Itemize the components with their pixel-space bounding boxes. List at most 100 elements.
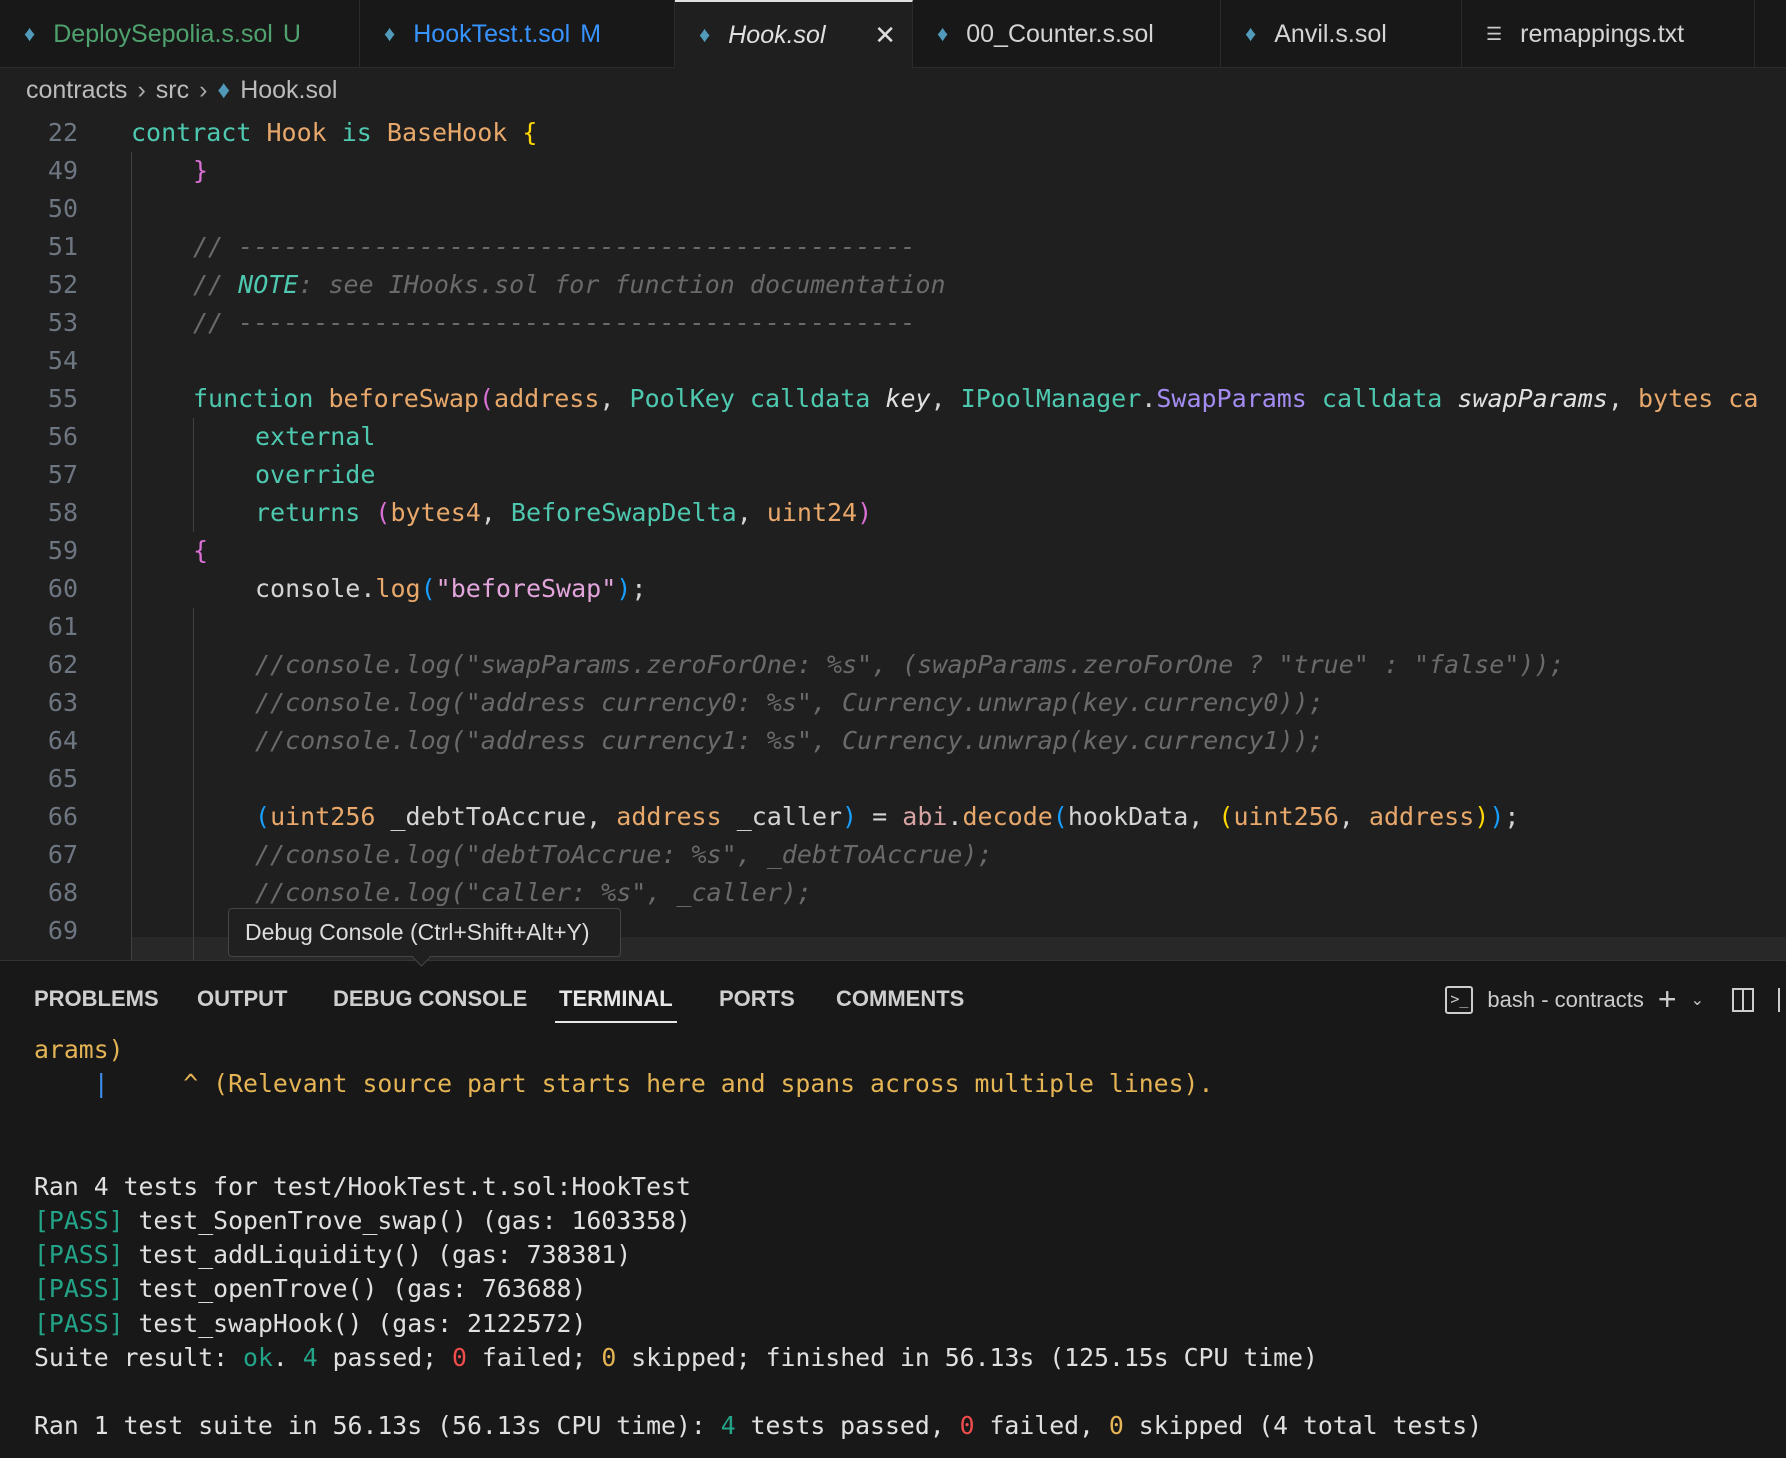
- breadcrumb-file[interactable]: Hook.sol: [240, 76, 337, 105]
- code-line: 59 {: [0, 532, 1786, 570]
- breadcrumb-src[interactable]: src: [156, 76, 189, 105]
- line-content: //console.log("swapParams.zeroForOne: %s…: [255, 646, 1564, 684]
- code-token: // -------------------------------------…: [193, 232, 916, 261]
- tab-label: Hook.sol: [728, 20, 826, 49]
- code-token: Hook: [266, 118, 342, 147]
- code-token: ,: [599, 384, 630, 413]
- terminal-token: 4: [302, 1342, 318, 1372]
- plus-icon[interactable]: +: [1658, 981, 1677, 1018]
- tab-label: DeploySepolia.s.sol: [53, 19, 273, 48]
- terminal-name[interactable]: bash - contracts: [1487, 987, 1644, 1013]
- code-token: ,: [736, 498, 767, 527]
- code-line: 53 // -----------------------------------…: [0, 304, 1786, 342]
- code-line: 62 //console.log("swapParams.zeroForOne: …: [0, 646, 1786, 684]
- code-token: (: [420, 574, 436, 603]
- code-line: 68 //console.log("caller: %s", _caller);: [0, 874, 1786, 912]
- code-token: //: [193, 270, 239, 299]
- code-token: function: [193, 384, 329, 413]
- terminal-line: [PASS] test_SopenTrove_swap() (gas: 1603…: [34, 1204, 1482, 1238]
- code-token: //console.log("debtToAccrue: %s", _debtT…: [255, 840, 993, 869]
- terminal-token: .: [272, 1342, 303, 1372]
- tab-hook-sol[interactable]: ♦ Hook.sol ✕: [675, 0, 913, 69]
- terminal-token: ^ (Relevant source part starts here and …: [108, 1069, 1214, 1099]
- code-token: ,: [1607, 384, 1638, 413]
- code-token: uint256: [270, 802, 391, 831]
- code-token: ,: [930, 384, 961, 413]
- line-content: // NOTE: see IHooks.sol for function doc…: [193, 266, 946, 304]
- panel-tab-problems[interactable]: PROBLEMS: [34, 983, 159, 1023]
- line-content: //console.log("address currency1: %s", C…: [255, 722, 1324, 760]
- line-number: 55: [47, 384, 78, 413]
- tab-00-counter-s-sol[interactable]: ♦ 00_Counter.s.sol: [913, 0, 1221, 68]
- tab-status-badge: M: [580, 19, 602, 48]
- code-token: external: [255, 422, 376, 451]
- terminal-token: Ran 1 test suite in 56.13s (56.13s CPU t…: [34, 1411, 721, 1441]
- code-token: beforeSwap: [328, 384, 479, 413]
- code-editor[interactable]: 22 contract Hook is BaseHook {49} 50 51// -…: [0, 114, 1786, 960]
- terminal-token: test_addLiquidity() (gas: 738381): [123, 1240, 632, 1270]
- close-icon[interactable]: ✕: [874, 20, 896, 51]
- panel-tab-debug-console[interactable]: DEBUG CONSOLE: [333, 983, 527, 1023]
- terminal-token: passed;: [317, 1342, 453, 1372]
- line-number: 22: [47, 118, 78, 147]
- panel-tab-ports[interactable]: PORTS: [719, 983, 795, 1023]
- panel-tab-output[interactable]: OUTPUT: [197, 983, 287, 1023]
- tab-hooktest-t-sol[interactable]: ♦ HookTest.t.sol M: [360, 0, 675, 68]
- terminal-token: test_SopenTrove_swap() (gas: 1603358): [123, 1205, 691, 1235]
- terminal-output[interactable]: arams) | ^ (Relevant source part starts …: [34, 1033, 1482, 1443]
- terminal-token: ok: [243, 1342, 273, 1372]
- terminal-line: Ran 4 tests for test/HookTest.t.sol:Hook…: [34, 1170, 1482, 1204]
- code-token: .: [947, 802, 963, 831]
- chevron-right-icon: ›: [137, 76, 146, 104]
- line-content: external: [255, 418, 375, 456]
- tab-anvil-s-sol[interactable]: ♦ Anvil.s.sol: [1221, 0, 1462, 68]
- terminal-line: [PASS] test_addLiquidity() (gas: 738381): [34, 1238, 1482, 1272]
- line-number: 66: [47, 802, 78, 831]
- code-token: key: [885, 384, 931, 413]
- terminal-token: failed,: [974, 1411, 1109, 1441]
- terminal-token: |: [93, 1069, 109, 1099]
- terminal-token: arams): [34, 1035, 124, 1064]
- split-panel-icon[interactable]: [1732, 987, 1754, 1012]
- panel-tab-terminal[interactable]: TERMINAL: [555, 983, 677, 1023]
- line-content: function beforeSwap(address, PoolKey cal…: [193, 380, 1758, 418]
- line-number: 64: [47, 726, 78, 755]
- code-token: (: [1218, 802, 1234, 831]
- tab-label: 00_Counter.s.sol: [966, 19, 1154, 48]
- tab-label: Anvil.s.sol: [1274, 19, 1387, 48]
- terminal-line: [PASS] test_swapHook() (gas: 2122572): [34, 1307, 1482, 1341]
- trash-icon[interactable]: [1778, 987, 1786, 1012]
- line-content: //console.log("debtToAccrue: %s", _debtT…: [255, 836, 993, 874]
- ethereum-icon: ♦: [217, 76, 231, 104]
- line-content: }: [193, 152, 208, 190]
- terminal-token: 0: [1108, 1411, 1124, 1441]
- text-file-icon: ☰: [1486, 23, 1503, 44]
- panel-tab-comments[interactable]: COMMENTS: [836, 983, 964, 1023]
- code-token: PoolKey calldata: [629, 384, 886, 413]
- line-number: 56: [47, 422, 78, 451]
- chevron-right-icon: ›: [199, 76, 208, 104]
- line-content: contract Hook is BaseHook {: [131, 114, 537, 152]
- terminal-token: skipped; finished in 56.13s (125.15s CPU…: [616, 1342, 1318, 1372]
- code-token: ): [1489, 802, 1505, 831]
- line-number: 59: [47, 536, 78, 565]
- terminal-token: test_swapHook() (gas: 2122572): [123, 1308, 587, 1338]
- line-number: 68: [47, 878, 78, 907]
- breadcrumb-contracts[interactable]: contracts: [26, 76, 127, 105]
- breadcrumb: contracts › src › ♦ Hook.sol: [26, 76, 337, 105]
- code-token: //console.log("caller: %s", _caller);: [255, 878, 812, 907]
- tab-deploysepolia-s-sol[interactable]: ♦ DeploySepolia.s.sol U: [0, 0, 360, 68]
- terminal-token: tests passed,: [735, 1411, 960, 1441]
- tab-remappings-txt[interactable]: ☰ remappings.txt: [1462, 0, 1755, 68]
- code-line: 63 //console.log("address currency0: %s",…: [0, 684, 1786, 722]
- code-line: 51 // -----------------------------------…: [0, 228, 1786, 266]
- chevron-down-icon[interactable]: ⌄: [1691, 990, 1704, 1010]
- code-token: uint24: [766, 498, 858, 527]
- terminal-line: arams): [34, 1033, 1482, 1067]
- code-token: (: [478, 384, 495, 413]
- code-token: ): [842, 802, 858, 831]
- code-token: //console.log("address currency1: %s", C…: [255, 726, 1324, 755]
- code-token: uint256: [1233, 802, 1339, 831]
- code-token: _caller: [736, 802, 843, 831]
